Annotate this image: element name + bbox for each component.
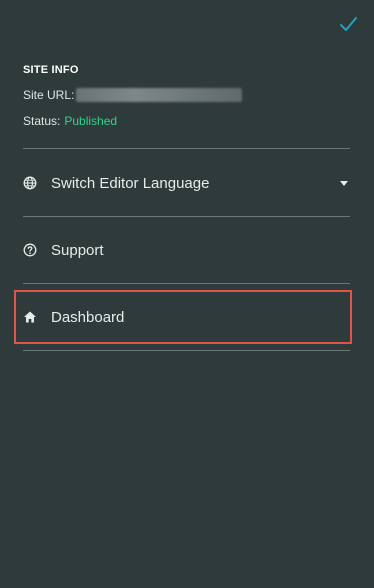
support-label: Support	[51, 241, 104, 259]
question-circle-icon	[23, 243, 37, 257]
status-value: Published	[64, 114, 118, 128]
site-url-row: Site URL:	[23, 88, 350, 102]
divider	[23, 148, 350, 149]
status-label: Status:	[23, 114, 61, 128]
divider	[23, 350, 350, 351]
site-url-value-redacted	[76, 88, 243, 102]
site-info-heading: SITE INFO	[23, 64, 79, 76]
support-item[interactable]: Support	[23, 225, 350, 275]
settings-panel: SITE INFO Site URL: Status: Published Sw…	[0, 0, 374, 588]
status-row: Status: Published	[23, 114, 350, 128]
site-info-section: SITE INFO Site URL: Status: Published	[23, 64, 350, 140]
checkmark-icon[interactable]	[338, 14, 358, 34]
chevron-down-icon[interactable]	[340, 180, 348, 186]
globe-icon	[23, 176, 37, 190]
switch-editor-language-label: Switch Editor Language	[51, 174, 210, 192]
site-url-label: Site URL:	[23, 88, 75, 102]
switch-editor-language-item[interactable]: Switch Editor Language	[23, 158, 350, 208]
divider	[23, 283, 350, 284]
divider	[23, 216, 350, 217]
dashboard-highlight-box	[14, 290, 352, 344]
